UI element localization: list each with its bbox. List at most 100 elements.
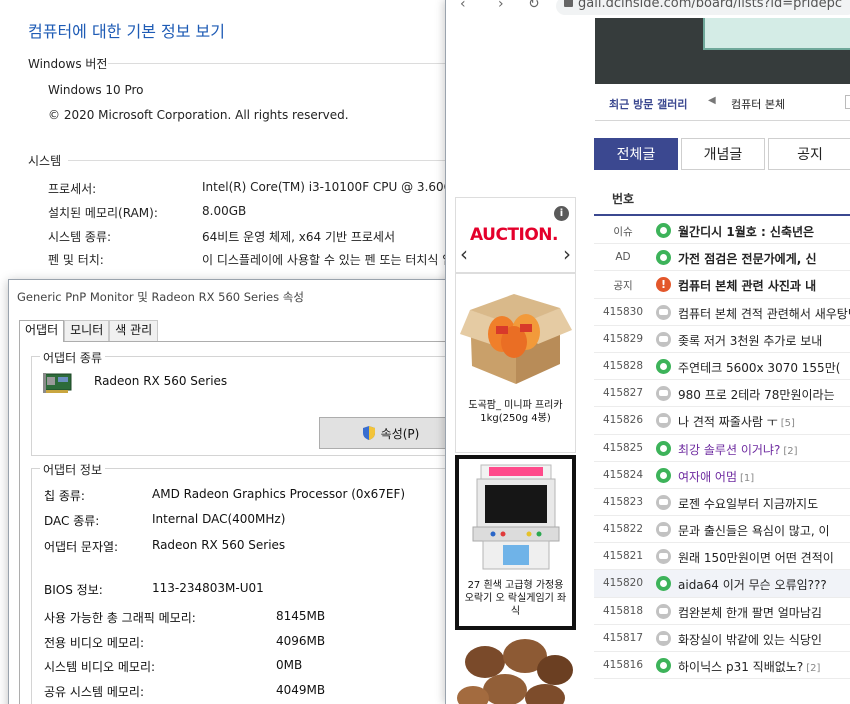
post-subject[interactable]: 가전 점검은 전문가에게, 신 — [678, 250, 817, 267]
comment-count[interactable]: [5] — [781, 418, 795, 429]
tab-all-posts[interactable]: 전체글 — [594, 138, 678, 170]
post-row[interactable]: 415822 문과 출신들은 욕심이 많고, 이 — [594, 516, 850, 544]
back-icon[interactable]: ‹ — [460, 0, 466, 12]
post-subject[interactable]: 문과 출신들은 욕심이 많고, 이 — [678, 522, 830, 539]
post-number: 415824 — [602, 468, 644, 481]
post-row[interactable]: 공지 컴퓨터 본체 관련 사진과 내 — [594, 271, 850, 299]
post-row[interactable]: 415817 화장실이 밖같에 있는 식당인 — [594, 625, 850, 652]
bios-info-label: BIOS 정보: — [44, 583, 103, 597]
post-subject[interactable]: 화장실이 밖같에 있는 식당인 — [678, 631, 822, 648]
post-row[interactable]: 415823 로젠 수요일부터 지금까지도 — [594, 489, 850, 517]
post-number: 415821 — [602, 550, 644, 563]
comment-count[interactable]: [2] — [806, 663, 820, 674]
post-subject[interactable]: 좆록 저거 3천원 추가로 보내 — [678, 332, 822, 349]
post-row[interactable]: 415816 하이닉스 p31 직배없노? [2] — [594, 652, 850, 680]
text-post-icon — [656, 549, 671, 565]
ram-value: 8.00GB — [202, 204, 247, 218]
shared-system-memory-label: 공유 시스템 메모리: — [44, 685, 144, 699]
post-row[interactable]: 이슈 월간디시 1월호 : 신축년은 — [594, 217, 850, 245]
post-title: 나 견적 짜줄사람 ㅜ — [678, 415, 778, 430]
shared-system-memory-value: 4049MB — [276, 683, 326, 697]
post-subject[interactable]: 여자애 어멈 [1] — [678, 468, 754, 485]
image-post-icon — [656, 467, 671, 483]
post-row[interactable]: 415824 여자애 어멈 [1] — [594, 462, 850, 489]
url-text: gall.dcinside.com/board/lists?id=pridepc — [578, 0, 843, 11]
recent-gallery-link[interactable]: 컴퓨터 본체 — [731, 96, 785, 112]
post-number: 이슈 — [613, 226, 633, 238]
ad-product-2[interactable]: 27 흰색 고급형 가정용 오락기 오 락실게임기 좌식 — [455, 455, 576, 630]
properties-button[interactable]: 속성(P) — [319, 417, 461, 449]
post-row[interactable]: AD 가전 점검은 전문가에게, 신 — [594, 244, 850, 272]
post-title: 주연테크 5600x 3070 155만( — [678, 360, 841, 375]
uac-shield-icon — [362, 426, 375, 440]
dac-type-label: DAC 종류: — [44, 514, 100, 528]
system-type-value: 64비트 운영 체제, x64 기반 프로세서 — [202, 230, 396, 244]
expand-icon[interactable] — [845, 95, 850, 109]
tab-color-management[interactable]: 색 관리 — [109, 320, 159, 341]
post-subject[interactable]: 최강 솔루션 이거냐? [2] — [678, 441, 798, 458]
post-title: 여자애 어멈 — [678, 469, 738, 484]
post-subject[interactable]: 컴퓨터 본체 견적 관련해서 새우탕면 원탑 — [678, 305, 850, 322]
forward-icon[interactable]: › — [498, 0, 504, 12]
post-number: 415822 — [602, 523, 644, 536]
comment-count[interactable]: [1] — [740, 473, 754, 484]
adapter-string-value: Radeon RX 560 Series — [152, 538, 286, 552]
post-row[interactable]: 415818 컴완본체 한개 팔면 얼마남김 — [594, 598, 850, 625]
image-post-icon — [656, 358, 671, 374]
post-row[interactable]: 415825 최강 솔루션 이거냐? [2] — [594, 435, 850, 462]
post-row[interactable]: 415821 원래 150만원이면 어떤 견적이 — [594, 543, 850, 571]
post-row[interactable]: 415827 980 프로 2테라 78만원이라는 — [594, 380, 850, 408]
post-row[interactable]: 415820 aida64 이거 무슨 오류임??? — [594, 570, 850, 598]
dedicated-video-memory-value: 4096MB — [276, 634, 326, 648]
post-subject[interactable]: 980 프로 2테라 78만원이라는 — [678, 386, 835, 403]
post-subject[interactable]: 나 견적 짜줄사람 ㅜ [5] — [678, 413, 795, 430]
url-bar[interactable]: gall.dcinside.com/board/lists?id=pridepc — [556, 0, 850, 15]
system-heading: 시스템 — [28, 154, 62, 168]
post-title: 최강 솔루션 이거냐? — [678, 442, 781, 457]
ad-product-1[interactable]: 도곡팜_ 미니파 프리카 1kg(250g 4봉) — [455, 273, 576, 453]
tab-monitor[interactable]: 모니터 — [64, 320, 110, 341]
image-post-icon — [656, 440, 671, 456]
post-subject[interactable]: 컴퓨터 본체 관련 사진과 내 — [678, 277, 816, 294]
post-number: 415818 — [602, 604, 644, 617]
text-post-icon — [656, 386, 671, 402]
comment-count[interactable]: [2] — [783, 446, 797, 457]
post-title: 컴퓨터 본체 견적 관련해서 새우탕면 원탑 — [678, 306, 850, 321]
caret-left-icon[interactable]: ◀ — [708, 95, 716, 106]
post-subject[interactable]: 원래 150만원이면 어떤 견적이 — [678, 549, 834, 566]
post-number: 415823 — [602, 495, 644, 508]
advertisement[interactable]: AUCTION. i ‹ › 도곡팜_ 미니파 프리카 1kg(250g 4봉) — [455, 197, 576, 704]
post-row[interactable]: 415830 컴퓨터 본체 견적 관련해서 새우탕면 원탑 — [594, 299, 850, 326]
tab-adapter[interactable]: 어댑터 — [19, 320, 65, 342]
reload-icon[interactable]: ↻ — [528, 0, 540, 12]
post-subject[interactable]: 월간디시 1월호 : 신축년은 — [678, 223, 814, 240]
text-post-icon — [656, 331, 671, 347]
post-subject[interactable]: 주연테크 5600x 3070 155만( — [678, 359, 840, 376]
post-subject[interactable]: 로젠 수요일부터 지금까지도 — [678, 495, 818, 512]
ad-header: AUCTION. i ‹ › — [455, 197, 576, 273]
text-post-icon — [656, 494, 671, 510]
text-post-icon — [656, 304, 671, 320]
notice-icon — [656, 277, 671, 293]
chevron-left-icon[interactable]: ‹ — [460, 242, 468, 266]
post-number: 415826 — [602, 414, 644, 427]
post-subject[interactable]: aida64 이거 무슨 오류임??? — [678, 576, 827, 593]
tab-notice[interactable]: 공지 — [768, 138, 850, 170]
post-row[interactable]: 415826 나 견적 짜줄사람 ㅜ [5] — [594, 407, 850, 435]
bios-info-value: 113-234803M-U01 — [152, 581, 264, 595]
post-subject[interactable]: 컴완본체 한개 팔면 얼마남김 — [678, 604, 822, 621]
info-icon[interactable]: i — [554, 206, 569, 221]
tab-concept-posts[interactable]: 개념글 — [681, 138, 765, 170]
ad-product-3[interactable] — [455, 632, 576, 704]
post-title: aida64 이거 무슨 오류임??? — [678, 578, 827, 593]
snack-box-image — [460, 294, 572, 384]
page-title: 컴퓨터에 대한 기본 정보 보기 — [28, 22, 225, 41]
post-subject[interactable]: 하이닉스 p31 직배없노? [2] — [678, 658, 820, 675]
processor-value: Intel(R) Core(TM) i3-10100F CPU @ 3.60GH… — [202, 180, 469, 194]
chevron-right-icon[interactable]: › — [563, 242, 571, 266]
post-row[interactable]: 415829 좆록 저거 3천원 추가로 보내 — [594, 326, 850, 353]
adapter-info-label: 어댑터 정보 — [40, 461, 106, 478]
graphics-card-icon — [43, 373, 72, 393]
post-title: 하이닉스 p31 직배없노? — [678, 660, 804, 674]
post-row[interactable]: 415828 주연테크 5600x 3070 155만( — [594, 353, 850, 381]
